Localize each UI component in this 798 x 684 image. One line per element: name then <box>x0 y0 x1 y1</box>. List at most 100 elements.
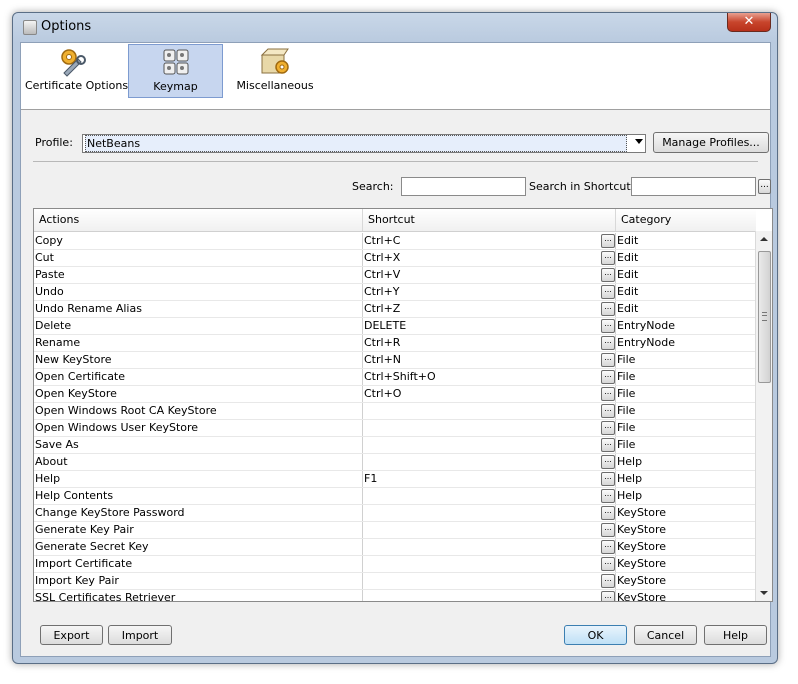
category-cell: File <box>617 404 636 417</box>
category-cell: File <box>617 387 636 400</box>
edit-shortcut-button[interactable]: ... <box>601 574 615 588</box>
shortcut-cell[interactable]: F1 <box>363 471 616 487</box>
shortcut-cell[interactable]: Ctrl+N <box>363 352 616 368</box>
table-row[interactable]: Generate Secret Key... KeyStore <box>34 539 756 556</box>
edit-shortcut-button[interactable]: ... <box>601 489 615 503</box>
column-header-category[interactable]: Category <box>616 209 756 231</box>
edit-shortcut-button[interactable]: ... <box>601 421 615 435</box>
shortcut-capture-button[interactable]: ... <box>758 179 771 194</box>
edit-shortcut-button[interactable]: ... <box>601 268 615 282</box>
edit-shortcut-button[interactable]: ... <box>601 472 615 486</box>
edit-shortcut-button[interactable]: ... <box>601 319 615 333</box>
shortcut-cell[interactable]: Ctrl+V <box>363 267 616 283</box>
table-row[interactable]: Open Certificate Ctrl+Shift+O... File <box>34 369 756 386</box>
edit-shortcut-button[interactable]: ... <box>601 336 615 350</box>
edit-shortcut-button[interactable]: ... <box>601 404 615 418</box>
action-cell: Copy <box>34 233 363 249</box>
cancel-button[interactable]: Cancel <box>634 625 697 645</box>
close-button[interactable]: ✕ <box>727 13 771 32</box>
search-shortcuts-input[interactable] <box>631 177 756 196</box>
vertical-scrollbar[interactable] <box>755 231 772 601</box>
table-row[interactable]: Rename Ctrl+R... EntryNode <box>34 335 756 352</box>
table-row[interactable]: Open Windows User KeyStore... File <box>34 420 756 437</box>
scroll-down-icon[interactable] <box>760 591 768 595</box>
scroll-thumb[interactable] <box>758 251 771 383</box>
dialog-content: Certificate Options Keymap Miscellaneous… <box>20 42 773 657</box>
table-row[interactable]: About... Help <box>34 454 756 471</box>
action-cell: Help <box>34 471 363 487</box>
edit-shortcut-button[interactable]: ... <box>601 557 615 571</box>
category-cell: Edit <box>617 234 639 247</box>
shortcut-cell[interactable] <box>363 488 616 504</box>
shortcut-cell[interactable]: Ctrl+R <box>363 335 616 351</box>
tab-keymap[interactable]: Keymap <box>128 44 223 98</box>
table-row[interactable]: Generate Key Pair... KeyStore <box>34 522 756 539</box>
edit-shortcut-button[interactable]: ... <box>601 353 615 367</box>
edit-shortcut-button[interactable]: ... <box>601 540 615 554</box>
edit-shortcut-button[interactable]: ... <box>601 506 615 520</box>
table-row[interactable]: SSL Certificates Retriever... KeyStore <box>34 590 756 601</box>
search-input[interactable] <box>401 177 526 196</box>
action-cell: About <box>34 454 363 470</box>
export-button[interactable]: Export <box>40 625 103 645</box>
table-row[interactable]: New KeyStore Ctrl+N... File <box>34 352 756 369</box>
edit-shortcut-button[interactable]: ... <box>601 251 615 265</box>
action-cell: Cut <box>34 250 363 266</box>
table-row[interactable]: Undo Rename Alias Ctrl+Z... Edit <box>34 301 756 318</box>
table-row[interactable]: Open Windows Root CA KeyStore... File <box>34 403 756 420</box>
table-row[interactable]: Help F1... Help <box>34 471 756 488</box>
shortcut-cell[interactable]: DELETE <box>363 318 616 334</box>
table-row[interactable]: Open KeyStore Ctrl+O... File <box>34 386 756 403</box>
table-row[interactable]: Paste Ctrl+V... Edit <box>34 267 756 284</box>
edit-shortcut-button[interactable]: ... <box>601 234 615 248</box>
import-button[interactable]: Import <box>108 625 172 645</box>
table-row[interactable]: Cut Ctrl+X... Edit <box>34 250 756 267</box>
column-header-shortcut[interactable]: Shortcut <box>363 209 616 231</box>
edit-shortcut-button[interactable]: ... <box>601 523 615 537</box>
table-row[interactable]: Help Contents... Help <box>34 488 756 505</box>
tab-certificate-options[interactable]: Certificate Options <box>25 44 128 96</box>
shortcut-cell[interactable]: Ctrl+X <box>363 250 616 266</box>
shortcut-cell[interactable] <box>363 454 616 470</box>
shortcut-cell[interactable] <box>363 590 616 601</box>
category-cell: Help <box>617 472 643 485</box>
table-row[interactable]: Undo Ctrl+Y... Edit <box>34 284 756 301</box>
scroll-up-icon[interactable] <box>760 237 768 241</box>
table-row[interactable]: Import Certificate... KeyStore <box>34 556 756 573</box>
shortcut-cell[interactable] <box>363 522 616 538</box>
shortcut-cell[interactable] <box>363 539 616 555</box>
table-row[interactable]: Save As... File <box>34 437 756 454</box>
edit-shortcut-button[interactable]: ... <box>601 455 615 469</box>
manage-profiles-button[interactable]: Manage Profiles... <box>653 132 769 153</box>
edit-shortcut-button[interactable]: ... <box>601 302 615 316</box>
shortcut-cell[interactable] <box>363 420 616 436</box>
edit-shortcut-button[interactable]: ... <box>601 285 615 299</box>
shortcut-cell[interactable]: Ctrl+Z <box>363 301 616 317</box>
table-row[interactable]: Import Key Pair... KeyStore <box>34 573 756 590</box>
ok-button[interactable]: OK <box>564 625 627 645</box>
category-cell: Edit <box>617 285 639 298</box>
edit-shortcut-button[interactable]: ... <box>601 438 615 452</box>
edit-shortcut-button[interactable]: ... <box>601 387 615 401</box>
title-bar[interactable]: Options ✕ <box>13 13 777 41</box>
help-button[interactable]: Help <box>704 625 767 645</box>
shortcut-cell[interactable] <box>363 556 616 572</box>
shortcut-cell[interactable]: Ctrl+C <box>363 233 616 249</box>
table-row[interactable]: Copy Ctrl+C... Edit <box>34 233 756 250</box>
tab-miscellaneous[interactable]: Miscellaneous <box>229 44 321 96</box>
shortcut-cell[interactable] <box>363 437 616 453</box>
edit-shortcut-button[interactable]: ... <box>601 370 615 384</box>
shortcut-cell[interactable] <box>363 505 616 521</box>
column-header-actions[interactable]: Actions <box>34 209 363 231</box>
shortcut-cell[interactable]: Ctrl+Y <box>363 284 616 300</box>
shortcut-cell[interactable] <box>363 403 616 419</box>
table-row[interactable]: Delete DELETE... EntryNode <box>34 318 756 335</box>
profile-select[interactable]: NetBeans <box>82 134 646 153</box>
table-row[interactable]: Change KeyStore Password... KeyStore <box>34 505 756 522</box>
shortcut-cell[interactable]: Ctrl+O <box>363 386 616 402</box>
shortcut-cell[interactable]: Ctrl+Shift+O <box>363 369 616 385</box>
action-cell: Open Windows Root CA KeyStore <box>34 403 363 419</box>
shortcut-cell[interactable] <box>363 573 616 589</box>
action-cell: Rename <box>34 335 363 351</box>
edit-shortcut-button[interactable]: ... <box>601 591 615 601</box>
